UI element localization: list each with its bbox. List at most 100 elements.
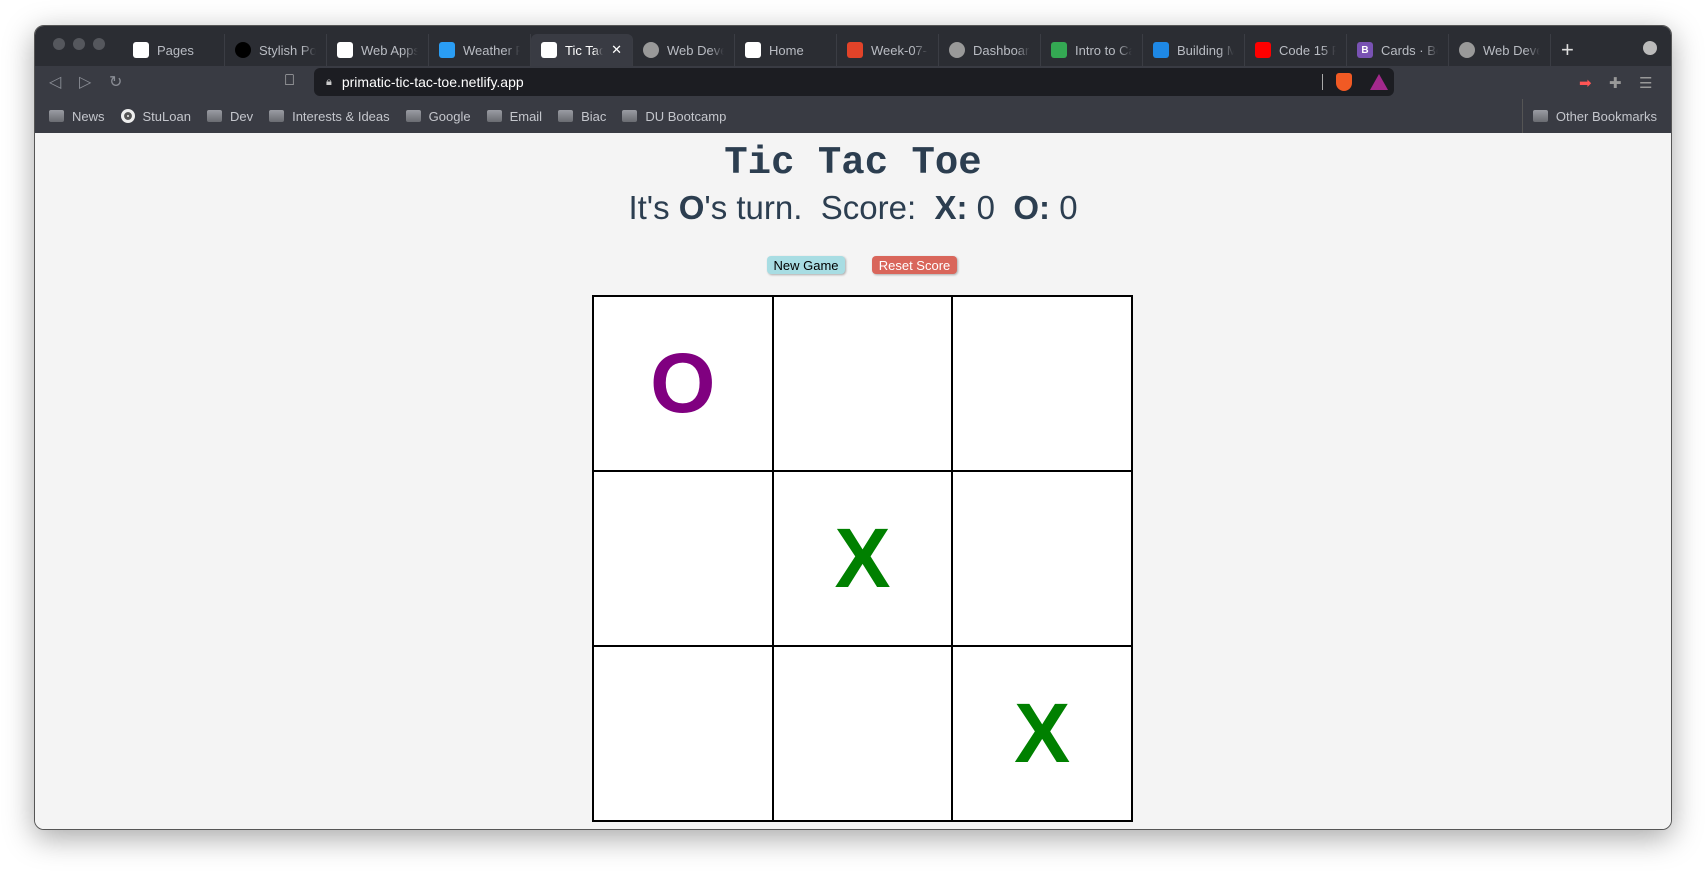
folder-icon [269, 110, 285, 122]
tab-label: Building Modules [1177, 42, 1234, 58]
bookmark-1[interactable]: StuLoan [120, 108, 191, 124]
tab-8[interactable]: Dashboard [939, 34, 1041, 66]
cs-icon [745, 42, 761, 58]
folder-icon [622, 110, 638, 122]
play-icon [1153, 42, 1169, 58]
folder-icon [486, 110, 502, 122]
folder-icon [405, 110, 421, 122]
tab-11[interactable]: Code 15 Responsive [1245, 34, 1347, 66]
tab-label: Weather Forecast [463, 42, 520, 58]
lock-icon: 🔒︎ [326, 75, 332, 88]
reset-score-button[interactable]: Reset Score [872, 256, 957, 274]
tab-label: Home [769, 42, 804, 58]
o-score-label: O: [1013, 189, 1051, 226]
tictactoe-icon [541, 42, 557, 58]
tab-3[interactable]: Weather Forecast [429, 34, 531, 66]
globe-icon [235, 42, 251, 58]
tab-label: Pages [157, 42, 194, 58]
tab-12[interactable]: B Cards · Bootstrap [1347, 34, 1449, 66]
tab-2[interactable]: Web Apps [327, 34, 429, 66]
bookmark-4[interactable]: Google [405, 108, 471, 124]
close-tab-icon[interactable]: ✕ [611, 42, 622, 58]
bookmark-3[interactable]: Interests & Ideas [269, 109, 390, 124]
board-cell-4[interactable]: X [772, 471, 953, 646]
bookmark-label: Google [428, 108, 471, 124]
status-prefix: It's [628, 189, 679, 226]
window-controls [53, 38, 105, 50]
tab-4[interactable]: Tic Tac Toe ✕ [531, 34, 633, 66]
tab-bar: Pages Stylish Portfolio Web Apps Weather Fo… [35, 26, 1671, 66]
tab-label: Web Development [1483, 42, 1540, 58]
bookmark-label: News [72, 108, 105, 124]
tab-10[interactable]: Building Modules [1143, 34, 1245, 66]
tab-label: Code 15 Responsive [1279, 42, 1336, 58]
bookmark-icon[interactable]: ⎕ [285, 72, 294, 89]
folder-icon [1532, 110, 1548, 122]
o-score: 0 [1059, 189, 1078, 226]
bookmark-label: Biac [581, 108, 607, 124]
status-suffix: 's turn. Score: [704, 189, 935, 226]
globe-icon [643, 42, 659, 58]
tab-label: Week-07-Project [871, 42, 928, 58]
globe-icon [120, 109, 135, 123]
zoom-window-button[interactable] [93, 38, 105, 50]
reload-icon[interactable]: ↻ [109, 72, 122, 92]
board-cell-7[interactable] [772, 646, 953, 821]
board-cell-8[interactable]: X [952, 646, 1132, 821]
folder-icon [558, 110, 574, 122]
folder-icon [49, 110, 64, 122]
tab-0[interactable]: Pages [123, 34, 225, 66]
bookmark-label: DU Bootcamp [645, 108, 727, 124]
new-game-button[interactable]: New Game [767, 256, 845, 274]
tab-5[interactable]: Web Development [633, 34, 735, 66]
other-bookmarks[interactable]: Other Bookmarks [1521, 99, 1657, 133]
url-text: primatic-tic-tac-toe.netlify.app [341, 74, 524, 90]
bookmark-label: Interests & Ideas [292, 108, 390, 124]
tab-6[interactable]: Home [735, 34, 837, 66]
board-cell-6[interactable] [593, 646, 773, 821]
bookmark-label: Email [509, 108, 543, 124]
tab-label: Web Development [667, 42, 724, 58]
tab-label: Tic Tac Toe [565, 42, 603, 58]
bookmarks-bar: News StuLoan Dev Interests & Ideas Google Ema… [35, 99, 1671, 133]
address-bar[interactable]: 🔒︎ primatic-tic-tac-toe.netlify.app [314, 68, 1394, 96]
minimize-window-button[interactable] [73, 38, 85, 50]
bookmark-6[interactable]: Biac [558, 109, 606, 124]
board-cell-1[interactable] [772, 296, 953, 471]
bookmark-2[interactable]: Dev [206, 108, 254, 124]
extension-icon[interactable]: ➡ [1579, 74, 1592, 92]
brave-rewards-icon[interactable] [1370, 74, 1388, 90]
page-content: Tic Tac Toe It's O's turn. Score: X: 0 O… [35, 133, 1671, 829]
bootstrap-icon: B [1357, 42, 1373, 58]
game-board: OXX [592, 295, 1133, 822]
x-score-label: X: [934, 189, 968, 226]
board-cell-2[interactable] [952, 296, 1132, 471]
bookmark-label: StuLoan [142, 108, 191, 124]
tab-label: Cards · Bootstrap [1381, 42, 1438, 58]
bookmark-0[interactable]: News [49, 109, 105, 124]
new-tab-button[interactable]: + [1561, 34, 1574, 66]
bookmark-5[interactable]: Email [486, 108, 543, 124]
tab-13[interactable]: Web Development [1449, 34, 1551, 66]
tabs: Pages Stylish Portfolio Web Apps Weather Fo… [123, 34, 1551, 66]
tab-label: Dashboard [973, 42, 1030, 58]
brave-shields-icon[interactable] [1336, 73, 1352, 91]
board-cell-0[interactable]: O [593, 296, 773, 471]
x-score: 0 [976, 189, 996, 226]
other-bookmarks-label: Other Bookmarks [1555, 108, 1657, 124]
bookmark-7[interactable]: DU Bootcamp [622, 109, 726, 124]
tab-1[interactable]: Stylish Portfolio [225, 34, 327, 66]
back-icon[interactable]: ◁ [49, 72, 61, 92]
menu-icon[interactable]: ☰ [1639, 74, 1652, 92]
toolbar: ◁ ▷ ↻ ⎕ 🔒︎ primatic-tic-tac-toe.netlify.… [35, 66, 1671, 99]
board-cell-5[interactable] [952, 471, 1132, 646]
close-window-button[interactable] [53, 38, 65, 50]
tab-search-icon[interactable] [1643, 41, 1657, 55]
weather-icon [439, 42, 455, 58]
bookmark-label: Dev [229, 108, 254, 124]
tab-7[interactable]: Week-07-Project [837, 34, 939, 66]
extensions-puzzle-icon[interactable]: ✚ [1609, 74, 1622, 92]
forward-icon[interactable]: ▷ [79, 72, 91, 92]
board-cell-3[interactable] [593, 471, 773, 646]
tab-9[interactable]: Intro to Cards [1041, 34, 1143, 66]
